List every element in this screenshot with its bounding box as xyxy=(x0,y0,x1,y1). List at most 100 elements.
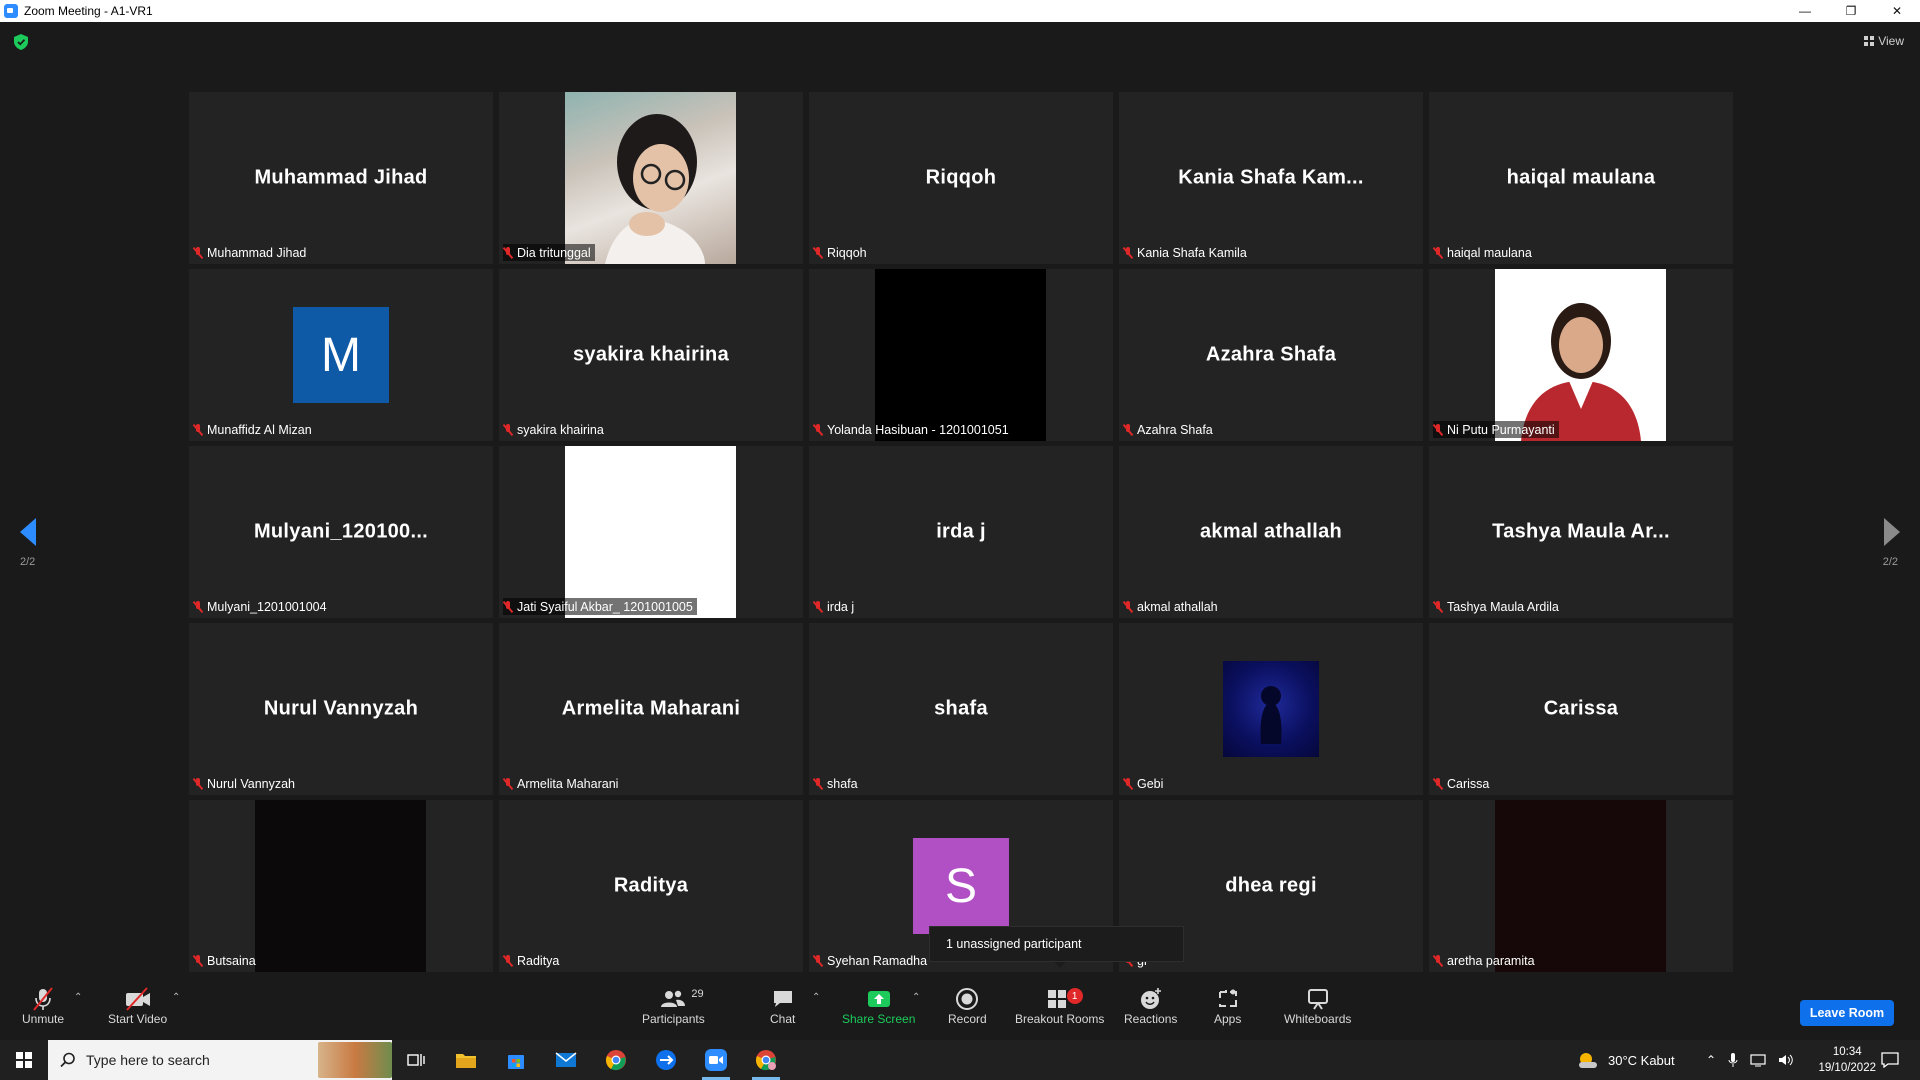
muted-microphone-icon xyxy=(1433,246,1443,259)
participant-tile[interactable]: Kania Shafa Kam... Kania Shafa Kamila xyxy=(1119,92,1423,264)
remote-desktop-icon[interactable] xyxy=(642,1040,690,1080)
participant-tile[interactable]: Tashya Maula Ar... Tashya Maula Ardila xyxy=(1429,446,1733,618)
window-titlebar: Zoom Meeting - A1-VR1 — ❐ ✕ xyxy=(0,0,1920,22)
muted-microphone-icon xyxy=(193,600,203,613)
share-options-caret-icon[interactable]: ⌃ xyxy=(912,992,920,1003)
video-options-caret-icon[interactable]: ⌃ xyxy=(172,992,180,1003)
participant-name-label: Ni Putu Purmayanti xyxy=(1433,421,1559,438)
weather-widget[interactable]: 30°C Kabut xyxy=(1576,1040,1675,1080)
participant-name-label: haiqal maulana xyxy=(1433,244,1536,261)
participant-name: Muhammad Jihad xyxy=(207,245,307,260)
reactions-button[interactable]: Reactions xyxy=(1124,986,1177,1026)
participant-tile[interactable]: shafa shafa xyxy=(809,623,1113,795)
maximize-button[interactable]: ❐ xyxy=(1828,0,1874,22)
encryption-shield-icon[interactable] xyxy=(14,34,28,50)
participant-display-name: dhea regi xyxy=(1225,874,1317,897)
participant-display-name: Riqqoh xyxy=(925,166,997,189)
muted-microphone-icon xyxy=(1123,246,1133,259)
previous-page-arrow-icon[interactable] xyxy=(20,518,36,546)
participant-tile[interactable]: Ni Putu Purmayanti xyxy=(1429,269,1733,441)
breakout-rooms-label: Breakout Rooms xyxy=(1015,1012,1105,1026)
participant-tile[interactable]: irda j irda j xyxy=(809,446,1113,618)
tray-microphone-icon[interactable] xyxy=(1728,1052,1738,1068)
participant-tile[interactable]: Azahra Shafa Azahra Shafa xyxy=(1119,269,1423,441)
participant-tile[interactable]: Gebi xyxy=(1119,623,1423,795)
participant-tile[interactable]: Jati Syaiful Akbar_ 1201001005 xyxy=(499,446,803,618)
next-page-arrow-icon[interactable] xyxy=(1884,518,1900,546)
participant-tile[interactable]: haiqal maulana haiqal maulana xyxy=(1429,92,1733,264)
participant-tile[interactable]: aretha paramita xyxy=(1429,800,1733,972)
minimize-button[interactable]: — xyxy=(1782,0,1828,22)
chrome-profile-icon[interactable] xyxy=(742,1040,790,1080)
record-label: Record xyxy=(948,1012,987,1026)
participant-name: syakira khairina xyxy=(517,422,604,437)
participant-tile[interactable]: Armelita Maharani Armelita Maharani xyxy=(499,623,803,795)
apps-button[interactable]: Apps xyxy=(1214,986,1241,1026)
participants-button[interactable]: 29 Participants xyxy=(642,986,705,1026)
leave-room-button[interactable]: Leave Room xyxy=(1800,1000,1894,1026)
participant-name: Ni Putu Purmayanti xyxy=(1447,422,1555,437)
window-controls: — ❐ ✕ xyxy=(1782,0,1920,22)
participant-tile[interactable]: Butsaina xyxy=(189,800,493,972)
weather-sun-cloud-icon xyxy=(1579,1053,1597,1068)
participant-name: Tashya Maula Ardila xyxy=(1447,599,1559,614)
participant-tile[interactable]: Yolanda Hasibuan - 1201001051 xyxy=(809,269,1113,441)
participant-tile[interactable]: syakira khairina syakira khairina xyxy=(499,269,803,441)
participant-name: Syehan Ramadha xyxy=(827,953,928,968)
unmute-button[interactable]: Unmute xyxy=(22,986,64,1026)
participant-tile[interactable]: Dia tritunggal xyxy=(499,92,803,264)
participant-tile[interactable]: Riqqoh Riqqoh xyxy=(809,92,1113,264)
participant-tile[interactable]: Raditya Raditya xyxy=(499,800,803,972)
network-icon[interactable] xyxy=(1750,1053,1766,1067)
whiteboards-button[interactable]: Whiteboards xyxy=(1284,986,1351,1026)
participant-avatar-image xyxy=(1223,661,1319,757)
muted-microphone-icon xyxy=(193,246,203,259)
search-placeholder: Type here to search xyxy=(86,1052,210,1068)
start-button[interactable] xyxy=(0,1040,48,1080)
chat-options-caret-icon[interactable]: ⌃ xyxy=(812,992,820,1003)
audio-options-caret-icon[interactable]: ⌃ xyxy=(74,992,82,1003)
notifications-icon[interactable] xyxy=(1866,1040,1914,1080)
chrome-icon[interactable] xyxy=(592,1040,640,1080)
tooltip-arrow xyxy=(1054,962,1066,968)
chat-button[interactable]: Chat xyxy=(770,986,795,1026)
participant-tile[interactable]: Nurul Vannyzah Nurul Vannyzah xyxy=(189,623,493,795)
start-video-button[interactable]: Start Video xyxy=(108,986,167,1026)
participant-tile[interactable]: akmal athallah akmal athallah xyxy=(1119,446,1423,618)
participant-name-label: aretha paramita xyxy=(1433,952,1539,969)
page-indicator-right: 2/2 xyxy=(1882,556,1898,568)
participant-tile[interactable]: Carissa Carissa xyxy=(1429,623,1733,795)
whiteboards-label: Whiteboards xyxy=(1284,1012,1352,1026)
participant-name-label: Syehan Ramadha xyxy=(813,952,931,969)
participant-name-label: Armelita Maharani xyxy=(503,775,622,792)
record-button[interactable]: Record xyxy=(948,986,987,1026)
participant-avatar: M xyxy=(293,307,389,403)
participant-tile[interactable]: M Munaffidz Al Mizan xyxy=(189,269,493,441)
muted-microphone-icon xyxy=(193,777,203,790)
participant-name-label: Dia tritunggal xyxy=(503,244,595,261)
zoom-taskbar-icon[interactable] xyxy=(692,1040,740,1080)
participants-icon xyxy=(661,990,686,1007)
breakout-rooms-button[interactable]: 1 Breakout Rooms xyxy=(1015,986,1104,1026)
file-explorer-icon[interactable] xyxy=(442,1040,490,1080)
participant-name: Munaffidz Al Mizan xyxy=(207,422,312,437)
participant-name: Carissa xyxy=(1447,776,1490,791)
participant-name-label: Mulyani_1201001004 xyxy=(193,598,331,615)
volume-icon[interactable] xyxy=(1778,1053,1794,1067)
windows-logo-icon xyxy=(16,1052,32,1068)
participant-tile[interactable]: Muhammad Jihad Muhammad Jihad xyxy=(189,92,493,264)
task-view-icon[interactable] xyxy=(392,1040,440,1080)
participant-name: Jati Syaiful Akbar_ 1201001005 xyxy=(517,599,693,614)
participant-video xyxy=(255,800,426,972)
view-button[interactable]: View xyxy=(1864,34,1904,48)
taskbar-search[interactable]: Type here to search xyxy=(48,1040,392,1080)
mail-icon[interactable] xyxy=(542,1040,590,1080)
participant-name-label: Muhammad Jihad xyxy=(193,244,310,261)
microsoft-store-icon[interactable] xyxy=(492,1040,540,1080)
participant-tile[interactable]: Mulyani_120100... Mulyani_1201001004 xyxy=(189,446,493,618)
share-screen-button[interactable]: Share Screen xyxy=(842,986,915,1026)
windows-taskbar: Type here to search 30°C Kabut ⌃ 10:34 1… xyxy=(0,1040,1920,1080)
participant-name-label: Azahra Shafa xyxy=(1123,421,1217,438)
close-button[interactable]: ✕ xyxy=(1874,0,1920,22)
tray-overflow-chevron-icon[interactable]: ⌃ xyxy=(1706,1053,1716,1067)
